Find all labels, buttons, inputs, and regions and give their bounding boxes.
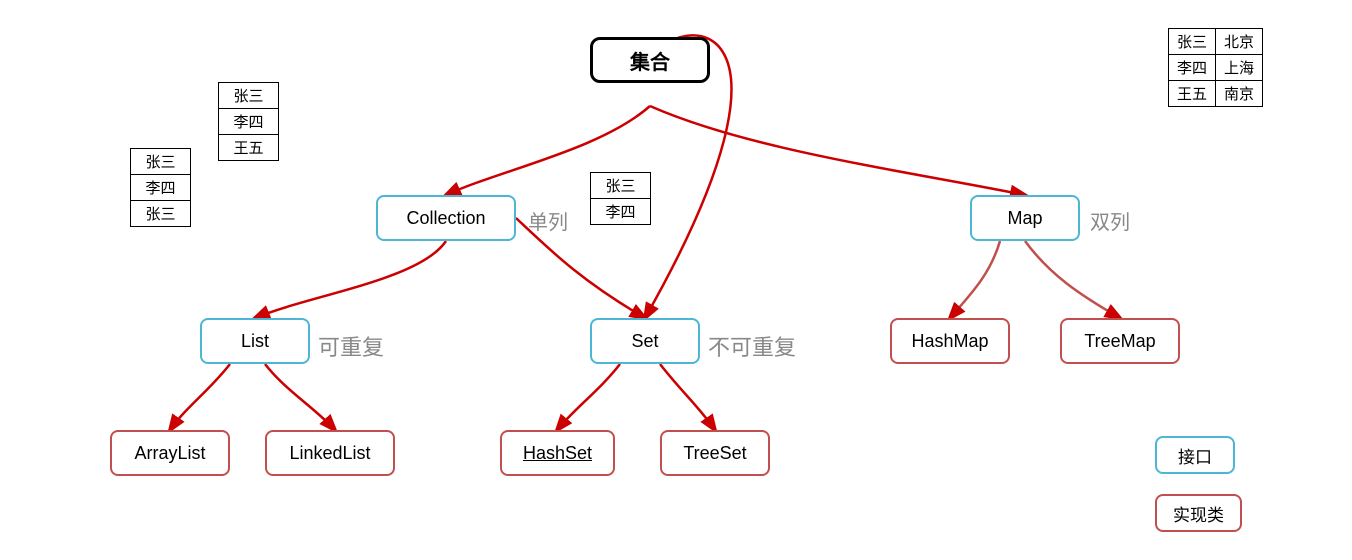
node-list: List: [200, 318, 310, 364]
cell: 张三: [1169, 29, 1216, 55]
table-back: 张三 李四 王五: [218, 82, 279, 161]
node-treeset: TreeSet: [660, 430, 770, 476]
cell: 李四: [591, 199, 651, 225]
cell: 张三: [219, 83, 279, 109]
diagram: 集合 Collection Map List Set HashMap TreeM…: [0, 0, 1352, 560]
legend-impl-label: 实现类: [1173, 501, 1224, 526]
cell: 李四: [131, 175, 191, 201]
node-treemap: TreeMap: [1060, 318, 1180, 364]
node-map: Map: [970, 195, 1080, 241]
arrows-svg: [0, 0, 1352, 560]
node-collection: Collection: [376, 195, 516, 241]
node-set: Set: [590, 318, 700, 364]
cell: 张三: [591, 173, 651, 199]
cell: 王五: [1169, 81, 1216, 107]
cell: 李四: [219, 109, 279, 135]
cell: 李四: [1169, 55, 1216, 81]
node-root: 集合: [590, 37, 710, 83]
cell: 北京: [1216, 29, 1263, 55]
cell: 上海: [1216, 55, 1263, 81]
node-linkedlist: LinkedList: [265, 430, 395, 476]
table-front: 张三 李四 张三: [130, 148, 191, 227]
legend-interface: 接口: [1155, 436, 1235, 474]
cell: 张三: [131, 149, 191, 175]
label-double: 双列: [1090, 206, 1130, 235]
cell: 南京: [1216, 81, 1263, 107]
cell: 张三: [131, 201, 191, 227]
cell: 王五: [219, 135, 279, 161]
label-repeatable: 可重复: [318, 330, 384, 362]
legend-impl: 实现类: [1155, 494, 1242, 532]
label-notrepeatable: 不可重复: [708, 330, 796, 362]
node-arraylist: ArrayList: [110, 430, 230, 476]
table-top-right: 张三 北京 李四 上海 王五 南京: [1168, 28, 1263, 107]
table-middle: 张三 李四: [590, 172, 651, 225]
label-single: 单列: [528, 206, 568, 235]
node-hashset: HashSet: [500, 430, 615, 476]
node-hashmap: HashMap: [890, 318, 1010, 364]
legend-interface-label: 接口: [1178, 443, 1212, 468]
